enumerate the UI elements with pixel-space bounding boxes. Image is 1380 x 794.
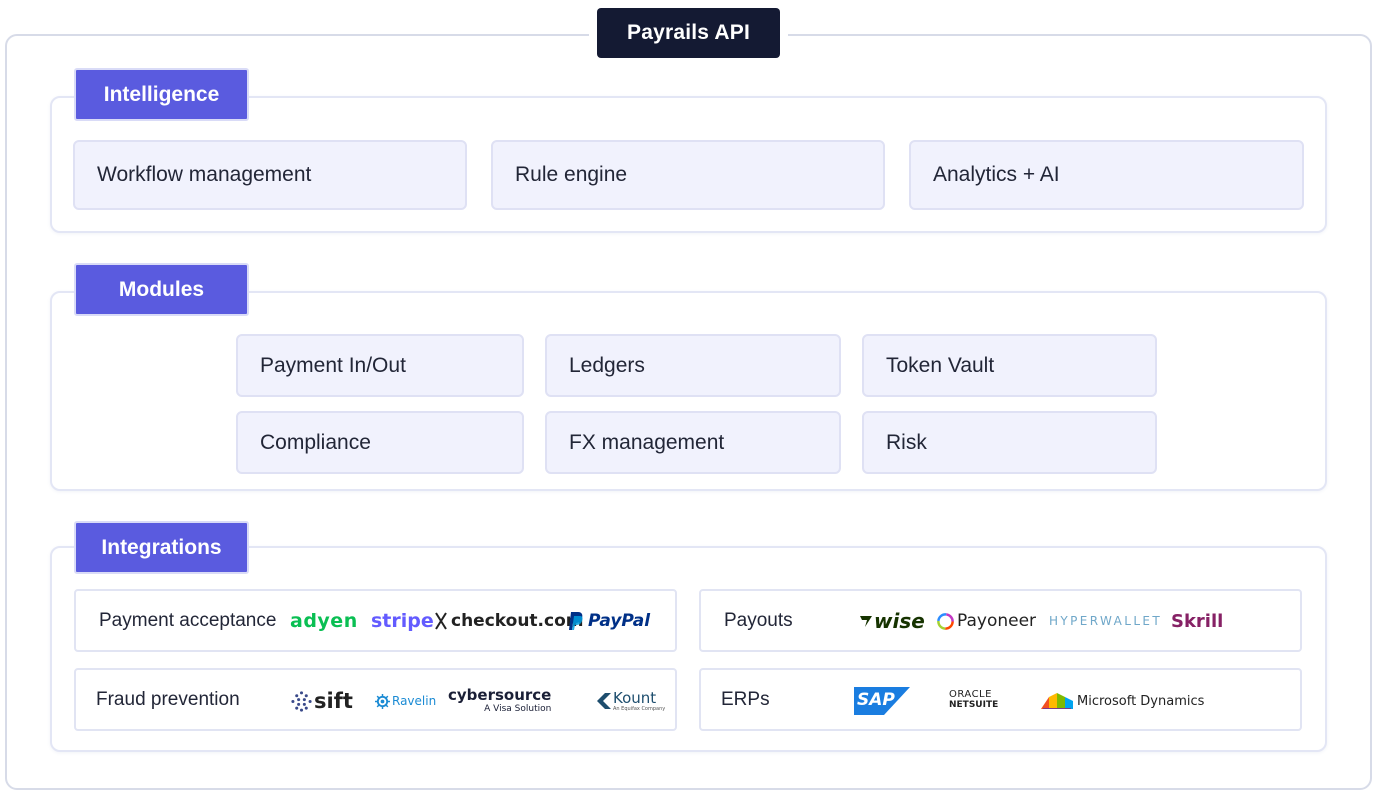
fx-management-card: FX management — [545, 411, 841, 474]
paypal-wordmark: PayPal — [588, 611, 651, 631]
paypal-mark-icon — [569, 612, 583, 630]
ravelin-gear-icon — [375, 693, 390, 709]
payoneer-wordmark: Payoneer — [957, 611, 1037, 631]
sap-logo: SAP — [854, 687, 910, 715]
oracle-netsuite-logo: ORACLE NETSUITE — [949, 689, 998, 715]
payment-acceptance-label: Payment acceptance — [99, 609, 277, 631]
dynamics-mark-icon — [1041, 693, 1073, 709]
kount-wordmark-group: Kount An Equifax Company — [613, 690, 665, 712]
cybersource-tagline: A Visa Solution — [484, 704, 552, 714]
stripe-logo: stripe — [371, 610, 434, 632]
sift-wordmark: sift — [314, 689, 353, 713]
hyperwallet-logo: HYPERWALLET — [1049, 614, 1163, 628]
payouts-row: Payouts wise Payoneer HYPERWALLET Skrill — [699, 589, 1302, 652]
ravelin-wordmark: Ravelin — [392, 694, 437, 708]
workflow-management-card: Workflow management — [73, 140, 467, 210]
microsoft-dynamics-wordmark: Microsoft Dynamics — [1077, 693, 1205, 709]
netsuite-wordmark: NETSUITE — [949, 700, 999, 710]
adyen-logo: adyen — [290, 610, 358, 632]
payrails-api-title: Payrails API — [597, 8, 780, 58]
token-vault-card: Token Vault — [862, 334, 1157, 397]
kount-tagline: An Equifax Company — [613, 706, 666, 712]
cybersource-wordmark: cybersource — [448, 686, 552, 704]
sap-wordmark: SAP — [857, 690, 895, 710]
modules-label: Modules — [74, 263, 249, 316]
wise-flag-icon — [860, 616, 872, 627]
cybersource-logo: cybersource A Visa Solution — [448, 687, 551, 717]
kount-mark-icon — [597, 693, 611, 709]
erps-label: ERPs — [721, 688, 770, 710]
oracle-wordmark: ORACLE — [949, 689, 992, 700]
kount-wordmark: Kount — [613, 689, 657, 707]
payoneer-logo: Payoneer — [936, 608, 1036, 634]
rule-engine-card: Rule engine — [491, 140, 885, 210]
paypal-logo: PayPal — [568, 608, 650, 634]
kount-logo: Kount An Equifax Company — [596, 688, 665, 714]
payoneer-ring-icon — [937, 612, 954, 630]
sift-logo: sift — [291, 687, 353, 715]
payment-in-out-card: Payment In/Out — [236, 334, 524, 397]
ledgers-card: Ledgers — [545, 334, 841, 397]
checkout-com-logo: checkout.com — [434, 608, 583, 634]
sift-dots-icon — [291, 690, 312, 712]
checkout-mark-icon — [435, 612, 447, 630]
checkout-com-wordmark: checkout.com — [451, 611, 584, 631]
payment-acceptance-row: Payment acceptance adyen stripe checkout… — [74, 589, 677, 652]
intelligence-label: Intelligence — [74, 68, 249, 121]
compliance-card: Compliance — [236, 411, 524, 474]
risk-card: Risk — [862, 411, 1157, 474]
fraud-prevention-label: Fraud prevention — [96, 688, 240, 710]
wise-logo: wise — [859, 608, 925, 634]
payouts-label: Payouts — [724, 609, 793, 631]
analytics-ai-card: Analytics + AI — [909, 140, 1304, 210]
microsoft-dynamics-logo: Microsoft Dynamics — [1041, 688, 1204, 714]
erps-row: ERPs SAP ORACLE NETSUITE Microsoft Dynam… — [699, 668, 1302, 731]
integrations-label: Integrations — [74, 521, 249, 574]
fraud-prevention-row: Fraud prevention sift Ravelin cybersourc… — [74, 668, 677, 731]
skrill-logo: Skrill — [1171, 610, 1224, 632]
wise-wordmark: wise — [874, 609, 925, 633]
ravelin-logo: Ravelin — [375, 689, 436, 713]
